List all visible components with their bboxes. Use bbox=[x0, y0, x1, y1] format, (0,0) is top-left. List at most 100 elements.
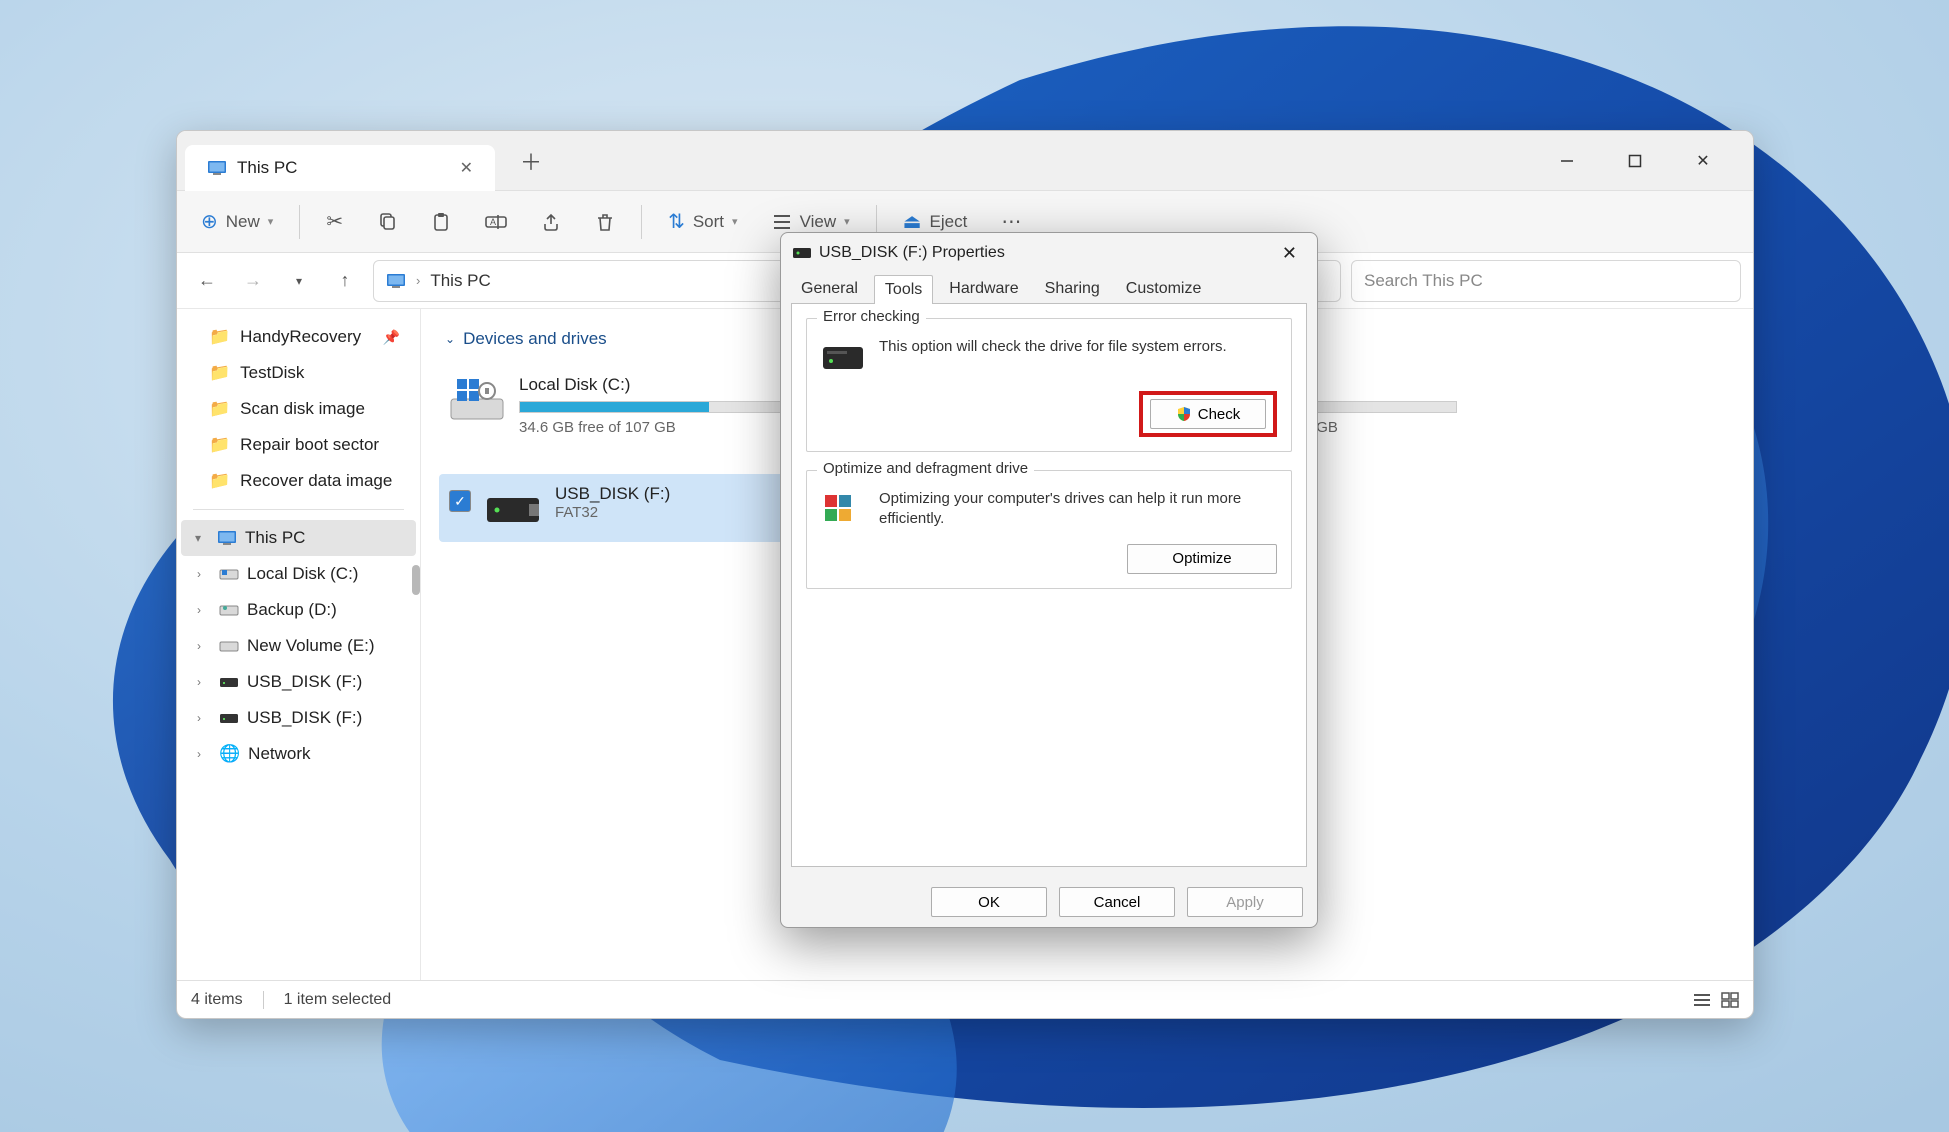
titlebar[interactable]: This PC ✕ ＋ ✕ bbox=[177, 131, 1753, 191]
group-label: Devices and drives bbox=[463, 329, 607, 349]
rename-icon: A bbox=[485, 212, 507, 232]
sidebar-item-recover-data-image[interactable]: 📁Recover data image bbox=[181, 463, 416, 499]
sidebar-item-testdisk[interactable]: 📁 TestDisk bbox=[181, 355, 416, 391]
tree-network[interactable]: ›🌐Network bbox=[181, 736, 416, 772]
address-label: This PC bbox=[430, 271, 490, 291]
sidebar-item-label: Scan disk image bbox=[240, 399, 365, 419]
status-item-count: 4 items bbox=[191, 991, 243, 1009]
forward-button[interactable]: → bbox=[235, 263, 271, 299]
optimize-button-label: Optimize bbox=[1172, 550, 1231, 567]
drive-icon bbox=[219, 639, 239, 653]
dialog-close-button[interactable]: ✕ bbox=[1274, 239, 1305, 268]
usb-icon bbox=[219, 711, 239, 725]
copy-button[interactable] bbox=[363, 204, 411, 240]
recent-dropdown[interactable]: ▾ bbox=[281, 263, 317, 299]
cancel-button[interactable]: Cancel bbox=[1059, 887, 1175, 917]
apply-label: Apply bbox=[1226, 894, 1264, 911]
tree-new-volume-e[interactable]: › New Volume (E:) bbox=[181, 628, 416, 664]
tree-label: New Volume (E:) bbox=[247, 636, 375, 656]
error-checking-group: Error checking This option will check th… bbox=[806, 318, 1292, 452]
tree-label: Local Disk (C:) bbox=[247, 564, 358, 584]
delete-button[interactable] bbox=[581, 204, 629, 240]
sidebar-item-repair-boot-sector[interactable]: 📁 Repair boot sector bbox=[181, 427, 416, 463]
uac-shield-icon bbox=[1176, 406, 1192, 422]
sidebar-item-label: Repair boot sector bbox=[240, 435, 379, 455]
tiles-view-button[interactable] bbox=[1721, 992, 1739, 1008]
drive-usb-disk-f[interactable]: ✓ USB_DISK (F:) FAT32 bbox=[439, 474, 819, 542]
folder-icon: 📁 bbox=[209, 399, 230, 419]
tab-general[interactable]: General bbox=[791, 275, 868, 303]
check-button-label: Check bbox=[1198, 406, 1241, 423]
statusbar: 4 items 1 item selected bbox=[177, 980, 1753, 1018]
new-icon: ⊕ bbox=[201, 209, 218, 234]
sidebar-item-scan-disk-image[interactable]: 📁 Scan disk image bbox=[181, 391, 416, 427]
maximize-button[interactable] bbox=[1621, 147, 1649, 175]
search-input[interactable]: Search This PC bbox=[1351, 260, 1741, 302]
new-label: New bbox=[226, 212, 260, 232]
this-pc-icon bbox=[217, 530, 237, 546]
ok-label: OK bbox=[978, 894, 1000, 911]
chevron-right-icon[interactable]: › bbox=[197, 603, 211, 617]
sort-label: Sort bbox=[693, 212, 724, 232]
close-button[interactable]: ✕ bbox=[1689, 147, 1717, 175]
drive-icon bbox=[219, 603, 239, 617]
tab-sharing[interactable]: Sharing bbox=[1035, 275, 1110, 303]
tree-this-pc[interactable]: ▾ This PC bbox=[181, 520, 416, 556]
check-button[interactable]: Check bbox=[1150, 399, 1266, 429]
dialog-body: Error checking This option will check th… bbox=[791, 303, 1307, 867]
apply-button[interactable]: Apply bbox=[1187, 887, 1303, 917]
ok-button[interactable]: OK bbox=[931, 887, 1047, 917]
drive-checkbox[interactable]: ✓ bbox=[449, 490, 471, 512]
dialog-titlebar[interactable]: USB_DISK (F:) Properties ✕ bbox=[781, 233, 1317, 273]
separator bbox=[299, 205, 300, 239]
paste-button[interactable] bbox=[417, 204, 465, 240]
tree-backup-d[interactable]: ›Backup (D:) bbox=[181, 592, 416, 628]
sidebar-item-label: TestDisk bbox=[240, 363, 304, 383]
chevron-down-icon[interactable]: ▾ bbox=[195, 531, 209, 545]
dialog-title: USB_DISK (F:) Properties bbox=[819, 244, 1005, 262]
new-tab-button[interactable]: ＋ bbox=[511, 141, 551, 181]
check-button-highlight: Check bbox=[1139, 391, 1277, 437]
share-button[interactable] bbox=[527, 204, 575, 240]
drive-icon bbox=[219, 567, 239, 581]
drive-local-disk-c[interactable]: Local Disk (C:) 34.6 GB free of 107 GB bbox=[439, 365, 809, 446]
paste-icon bbox=[431, 212, 451, 232]
chevron-right-icon[interactable]: › bbox=[197, 567, 211, 581]
chevron-right-icon[interactable]: › bbox=[197, 747, 211, 761]
folder-icon: 📁 bbox=[209, 435, 230, 455]
sort-button[interactable]: ⇅ Sort ▾ bbox=[654, 201, 751, 242]
tree-local-disk-c[interactable]: › Local Disk (C:) bbox=[181, 556, 416, 592]
back-button[interactable]: ← bbox=[189, 263, 225, 299]
cut-button[interactable]: ✂ bbox=[312, 201, 357, 242]
svg-text:A: A bbox=[490, 217, 496, 227]
search-placeholder: Search This PC bbox=[1364, 271, 1483, 291]
optimize-button[interactable]: Optimize bbox=[1127, 544, 1277, 574]
sidebar-scrollbar-thumb[interactable] bbox=[412, 565, 420, 595]
copy-icon bbox=[377, 212, 397, 232]
new-button[interactable]: ⊕ New ▾ bbox=[187, 201, 287, 242]
up-button[interactable]: ↑ bbox=[327, 263, 363, 299]
chevron-right-icon: › bbox=[416, 273, 420, 288]
tab-close-button[interactable]: ✕ bbox=[460, 158, 473, 178]
rename-button[interactable]: A bbox=[471, 204, 521, 240]
error-checking-legend: Error checking bbox=[817, 308, 926, 325]
tab-this-pc[interactable]: This PC ✕ bbox=[185, 145, 495, 191]
sidebar-item-handyrecovery[interactable]: 📁HandyRecovery📌 bbox=[181, 319, 416, 355]
sidebar-item-label: Recover data image bbox=[240, 471, 392, 491]
minimize-button[interactable] bbox=[1553, 147, 1581, 175]
chevron-right-icon[interactable]: › bbox=[197, 639, 211, 653]
folder-icon: 📁 bbox=[209, 363, 230, 383]
tree-usb-disk-f-1[interactable]: ›USB_DISK (F:) bbox=[181, 664, 416, 700]
tab-hardware[interactable]: Hardware bbox=[939, 275, 1028, 303]
chevron-right-icon[interactable]: › bbox=[197, 675, 211, 689]
tree-usb-disk-f-2[interactable]: ›USB_DISK (F:) bbox=[181, 700, 416, 736]
eject-label: Eject bbox=[930, 212, 968, 232]
drive-check-icon bbox=[821, 337, 865, 377]
chevron-right-icon[interactable]: › bbox=[197, 711, 211, 725]
tree-label: Network bbox=[248, 744, 310, 764]
this-pc-icon bbox=[207, 160, 227, 176]
tab-tools[interactable]: Tools bbox=[874, 275, 933, 304]
details-view-button[interactable] bbox=[1693, 992, 1711, 1008]
sidebar[interactable]: 📁HandyRecovery📌 📁 TestDisk 📁 Scan disk ima… bbox=[177, 309, 421, 980]
tab-customize[interactable]: Customize bbox=[1116, 275, 1212, 303]
